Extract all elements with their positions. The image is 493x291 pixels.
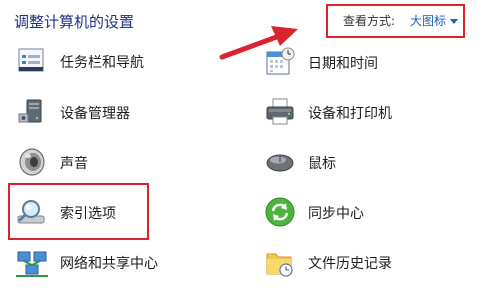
item-network-sharing[interactable]: 网络和共享中心 bbox=[16, 246, 216, 286]
item-devices-printers[interactable]: 设备和打印机 bbox=[264, 96, 464, 136]
item-sound[interactable]: 声音 bbox=[16, 146, 216, 186]
item-sync-center[interactable]: 同步中心 bbox=[264, 196, 464, 236]
device-manager-icon bbox=[18, 99, 42, 123]
header: 调整计算机的设置 查看方式: 大图标 bbox=[0, 0, 493, 44]
item-label: 任务栏和导航 bbox=[60, 55, 144, 71]
item-indexing-options[interactable]: 索引选项 bbox=[16, 196, 146, 236]
view-mode-value: 大图标 bbox=[410, 14, 447, 28]
search-index-icon bbox=[17, 200, 45, 224]
page-title: 调整计算机的设置 bbox=[14, 13, 135, 31]
item-taskbar-navigation[interactable]: 任务栏和导航 bbox=[16, 43, 216, 83]
view-mode-dropdown[interactable]: 大图标 bbox=[410, 12, 459, 29]
mouse-icon bbox=[266, 154, 294, 172]
item-label: 声音 bbox=[60, 156, 88, 172]
item-mouse[interactable]: 鼠标 bbox=[264, 146, 464, 186]
file-history-icon bbox=[266, 253, 293, 277]
item-file-history[interactable]: 文件历史记录 bbox=[264, 246, 464, 286]
printer-icon bbox=[266, 98, 294, 125]
item-label: 网络和共享中心 bbox=[60, 256, 158, 272]
sync-icon bbox=[265, 197, 295, 227]
item-label: 鼠标 bbox=[308, 156, 336, 172]
chevron-down-icon bbox=[450, 19, 459, 24]
calendar-clock-icon bbox=[266, 47, 295, 75]
control-panel-page: 调整计算机的设置 查看方式: 大图标 任务栏和导航 日期和时间 设备管理器 设备… bbox=[0, 0, 493, 291]
item-label: 索引选项 bbox=[60, 206, 116, 222]
item-label: 设备和打印机 bbox=[308, 106, 392, 122]
taskbar-icon bbox=[18, 48, 44, 72]
item-label: 日期和时间 bbox=[308, 56, 378, 72]
item-date-time[interactable]: 日期和时间 bbox=[264, 46, 464, 86]
item-device-manager[interactable]: 设备管理器 bbox=[16, 96, 216, 136]
item-label: 同步中心 bbox=[308, 206, 364, 222]
view-mode-label: 查看方式: bbox=[343, 14, 396, 28]
item-label: 设备管理器 bbox=[60, 106, 130, 122]
item-label: 文件历史记录 bbox=[308, 256, 392, 272]
speaker-icon bbox=[19, 148, 45, 176]
network-icon bbox=[16, 251, 48, 277]
